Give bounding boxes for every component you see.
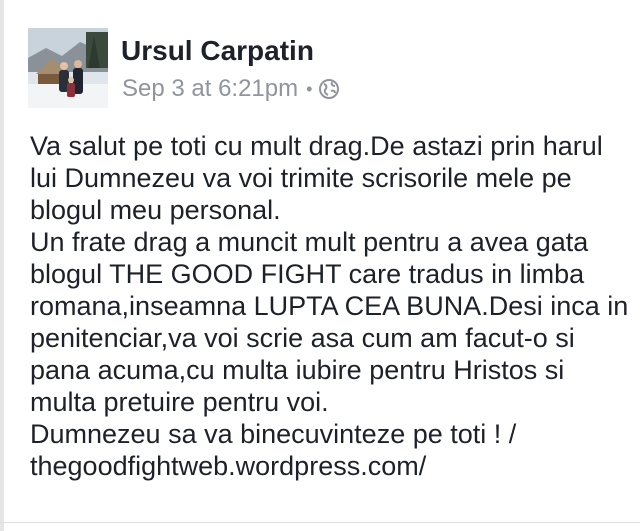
post-text-line: multa pretuire pentru voi.: [30, 387, 329, 417]
post-link-line: thegoodfightweb.wordpress.com/: [30, 451, 427, 481]
author-name[interactable]: Ursul Carpatin: [121, 34, 314, 68]
post-text-line: blogul THE GOOD FIGHT care tradus in lim…: [30, 259, 585, 289]
avatar[interactable]: [28, 28, 108, 108]
globe-icon[interactable]: [318, 78, 340, 100]
post-text: Va salut pe toti cu mult drag.De astazi …: [30, 130, 636, 482]
post-text-line: lui Dumnezeu va voi trimite scrisorile m…: [30, 163, 572, 193]
post-text-line: Un frate drag a muncit mult pentru a ave…: [30, 227, 589, 257]
left-border: [0, 0, 4, 531]
post-meta: Sep 3 at 6:21pm •: [122, 73, 340, 105]
divider: [0, 522, 640, 523]
post-timestamp[interactable]: Sep 3 at 6:21pm: [122, 75, 298, 103]
post-text-line: penitenciar,va voi scrie asa cum am facu…: [30, 323, 575, 353]
meta-separator: •: [306, 79, 313, 99]
post-text-line: romana,inseamna LUPTA CEA BUNA.Desi inca…: [30, 291, 629, 321]
post-text-line: pana acuma,cu multa iubire pentru Hristo…: [30, 355, 565, 385]
post-text-line: Dumnezeu sa va binecuvinteze pe toti ! /: [30, 419, 517, 449]
post-text-line: blogul meu personal.: [30, 195, 281, 225]
facebook-post: Ursul Carpatin Sep 3 at 6:21pm • Va salu…: [0, 0, 640, 531]
post-text-line: Va salut pe toti cu mult drag.De astazi …: [30, 131, 603, 161]
avatar-photo: [28, 28, 108, 108]
